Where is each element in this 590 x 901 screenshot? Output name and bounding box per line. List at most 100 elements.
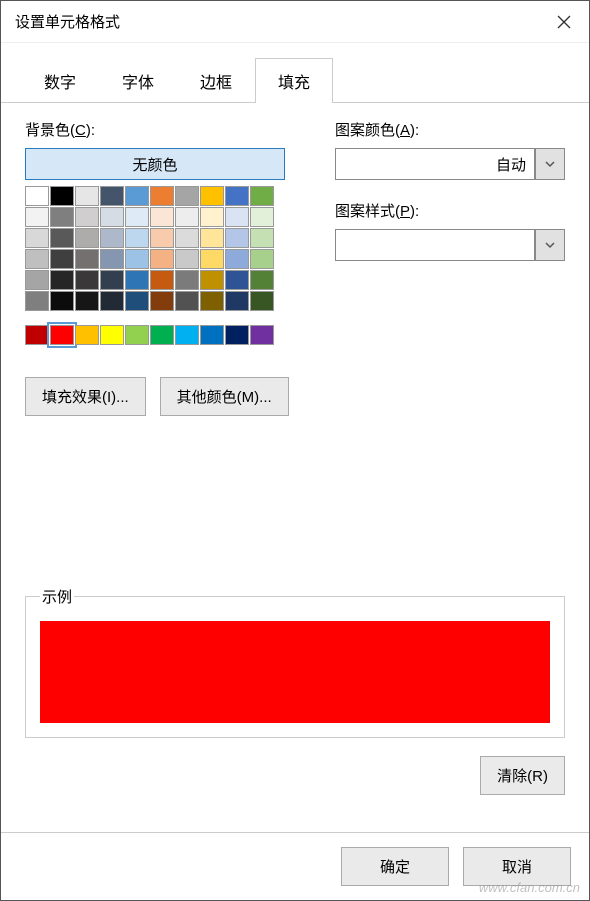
- color-swatch[interactable]: [75, 207, 99, 227]
- color-swatch[interactable]: [125, 325, 149, 345]
- sample-fieldset: 示例: [25, 586, 565, 738]
- fill-effects-button[interactable]: 填充效果(I)...: [25, 377, 146, 416]
- color-swatch[interactable]: [125, 228, 149, 248]
- no-color-button[interactable]: 无颜色: [25, 148, 285, 180]
- color-swatch[interactable]: [175, 249, 199, 269]
- color-swatch[interactable]: [225, 249, 249, 269]
- color-swatch[interactable]: [250, 207, 274, 227]
- pattern-style-dropdown[interactable]: [535, 229, 565, 261]
- sample-legend: 示例: [40, 586, 74, 607]
- color-swatch[interactable]: [100, 186, 124, 206]
- color-swatch[interactable]: [200, 186, 224, 206]
- color-swatch[interactable]: [150, 249, 174, 269]
- tab-bar: 数字 字体 边框 填充: [1, 43, 589, 103]
- color-swatch[interactable]: [25, 249, 49, 269]
- upper-panel: 背景色(C): 无颜色 填充效果(I)... 其他颜色(M)... 图案颜色(A…: [25, 119, 565, 416]
- color-swatch[interactable]: [175, 325, 199, 345]
- color-swatch[interactable]: [225, 291, 249, 311]
- title-bar: 设置单元格格式: [1, 1, 589, 43]
- pattern-style-value: [335, 229, 535, 261]
- tab-border[interactable]: 边框: [177, 58, 255, 103]
- color-swatch[interactable]: [25, 291, 49, 311]
- color-swatch[interactable]: [175, 186, 199, 206]
- cancel-button[interactable]: 取消: [463, 847, 571, 886]
- color-swatch[interactable]: [200, 270, 224, 290]
- more-colors-button[interactable]: 其他颜色(M)...: [160, 377, 289, 416]
- color-swatch[interactable]: [100, 291, 124, 311]
- color-swatch[interactable]: [200, 325, 224, 345]
- color-swatch[interactable]: [75, 325, 99, 345]
- color-swatch[interactable]: [200, 228, 224, 248]
- color-swatch[interactable]: [225, 186, 249, 206]
- color-swatch[interactable]: [75, 270, 99, 290]
- color-swatch[interactable]: [100, 325, 124, 345]
- color-swatch[interactable]: [50, 325, 74, 345]
- color-swatch[interactable]: [75, 249, 99, 269]
- close-icon: [557, 15, 571, 29]
- chevron-down-icon: [544, 158, 556, 170]
- color-swatch[interactable]: [150, 186, 174, 206]
- color-swatch[interactable]: [50, 249, 74, 269]
- footer: 确定 取消: [1, 832, 589, 900]
- pattern-color-dropdown[interactable]: [535, 148, 565, 180]
- color-swatch[interactable]: [150, 325, 174, 345]
- color-swatch[interactable]: [100, 228, 124, 248]
- color-swatch[interactable]: [225, 325, 249, 345]
- color-swatch[interactable]: [250, 325, 274, 345]
- color-swatch[interactable]: [200, 207, 224, 227]
- chevron-down-icon: [544, 239, 556, 251]
- pattern-style-label: 图案样式(P):: [335, 200, 565, 221]
- color-swatch[interactable]: [125, 207, 149, 227]
- color-swatch[interactable]: [25, 186, 49, 206]
- color-swatch[interactable]: [50, 186, 74, 206]
- color-swatch[interactable]: [125, 270, 149, 290]
- color-swatch[interactable]: [250, 249, 274, 269]
- color-swatch[interactable]: [150, 270, 174, 290]
- color-palette-standard: [25, 325, 285, 345]
- tab-number[interactable]: 数字: [21, 58, 99, 103]
- color-swatch[interactable]: [25, 325, 49, 345]
- color-swatch[interactable]: [250, 228, 274, 248]
- color-swatch[interactable]: [100, 270, 124, 290]
- color-swatch[interactable]: [225, 228, 249, 248]
- tab-font[interactable]: 字体: [99, 58, 177, 103]
- color-swatch[interactable]: [50, 228, 74, 248]
- color-swatch[interactable]: [75, 228, 99, 248]
- color-swatch[interactable]: [225, 270, 249, 290]
- color-swatch[interactable]: [150, 291, 174, 311]
- color-swatch[interactable]: [200, 249, 224, 269]
- color-swatch[interactable]: [250, 291, 274, 311]
- clear-button[interactable]: 清除(R): [480, 756, 565, 795]
- color-swatch[interactable]: [175, 291, 199, 311]
- window-title: 设置单元格格式: [15, 11, 120, 32]
- color-swatch[interactable]: [200, 291, 224, 311]
- color-swatch[interactable]: [175, 207, 199, 227]
- color-swatch[interactable]: [50, 207, 74, 227]
- color-swatch[interactable]: [125, 249, 149, 269]
- color-swatch[interactable]: [125, 186, 149, 206]
- color-swatch[interactable]: [175, 228, 199, 248]
- color-swatch[interactable]: [175, 270, 199, 290]
- color-swatch[interactable]: [25, 228, 49, 248]
- color-swatch[interactable]: [100, 249, 124, 269]
- content-area: 背景色(C): 无颜色 填充效果(I)... 其他颜色(M)... 图案颜色(A…: [1, 103, 589, 832]
- color-swatch[interactable]: [25, 207, 49, 227]
- color-swatch[interactable]: [75, 186, 99, 206]
- color-swatch[interactable]: [50, 291, 74, 311]
- right-column: 图案颜色(A): 自动 图案样式(P):: [335, 119, 565, 416]
- color-swatch[interactable]: [225, 207, 249, 227]
- ok-button[interactable]: 确定: [341, 847, 449, 886]
- close-button[interactable]: [539, 1, 589, 43]
- color-swatch[interactable]: [250, 270, 274, 290]
- color-swatch[interactable]: [150, 228, 174, 248]
- color-swatch[interactable]: [50, 270, 74, 290]
- pattern-color-select[interactable]: 自动: [335, 148, 565, 180]
- color-swatch[interactable]: [150, 207, 174, 227]
- color-swatch[interactable]: [25, 270, 49, 290]
- color-swatch[interactable]: [100, 207, 124, 227]
- tab-fill[interactable]: 填充: [255, 58, 333, 103]
- color-swatch[interactable]: [250, 186, 274, 206]
- pattern-style-select[interactable]: [335, 229, 565, 261]
- color-swatch[interactable]: [75, 291, 99, 311]
- color-swatch[interactable]: [125, 291, 149, 311]
